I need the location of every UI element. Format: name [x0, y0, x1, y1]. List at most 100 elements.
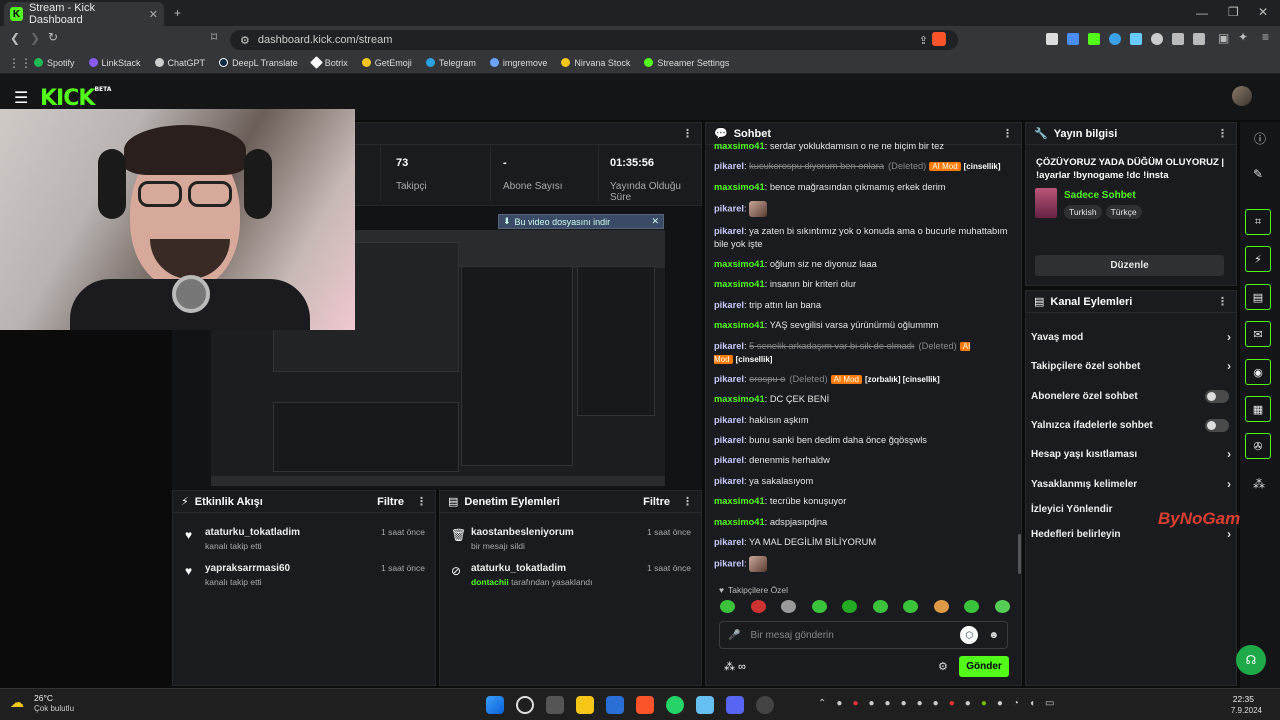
info-icon[interactable]: ⓘ: [1254, 130, 1266, 147]
tray-icon[interactable]: ●: [868, 698, 874, 709]
tray-icon[interactable]: ●: [997, 698, 1003, 709]
hamburger-menu-icon[interactable]: ☰: [14, 88, 28, 108]
activity-filter-button[interactable]: Filtre: [377, 496, 404, 508]
category-link[interactable]: Sadece Sohbet: [1064, 190, 1136, 201]
action-banned-words[interactable]: Yasaklanmış kelimeler ›: [1031, 474, 1231, 494]
app-icon[interactable]: [696, 696, 714, 714]
chat-message[interactable]: pikarel: 5 senelik arkadaşım var bi sik …: [714, 340, 1014, 366]
tray-icon[interactable]: ●: [917, 698, 923, 709]
bookmark-deepl[interactable]: DeepL Translate: [219, 58, 298, 68]
chat-username[interactable]: pikarel: [714, 226, 744, 236]
minimize-icon[interactable]: —: [1196, 6, 1208, 20]
chat-username[interactable]: maxsimo41: [714, 496, 765, 506]
battery-icon[interactable]: ▭: [1045, 698, 1054, 709]
moderation-filter-button[interactable]: Filtre: [643, 496, 670, 508]
action-slow-mode[interactable]: Yavaş mod ›: [1031, 327, 1231, 347]
chat-username[interactable]: pikarel: [714, 559, 744, 569]
bookmark-nirvana-stock[interactable]: Nirvana Stock: [561, 58, 630, 68]
chat-username[interactable]: maxsimo41: [714, 259, 765, 269]
chat-username[interactable]: pikarel: [714, 161, 744, 171]
discord-icon[interactable]: [726, 696, 744, 714]
emote-icon[interactable]: [994, 600, 1010, 613]
extension-icon[interactable]: [1130, 33, 1142, 45]
back-icon[interactable]: ❮: [10, 31, 20, 45]
tray-icon[interactable]: ●: [933, 698, 939, 709]
steam-icon[interactable]: ●: [885, 698, 891, 709]
reload-icon[interactable]: ↻: [48, 30, 58, 44]
settings-gear-icon[interactable]: ⚙: [938, 660, 948, 673]
tag-pill[interactable]: Türkçe: [1105, 205, 1142, 219]
emote-icon[interactable]: [872, 600, 888, 613]
chat-message[interactable]: maxsimo41: tecrübe konuşuyor: [714, 495, 1014, 508]
crop-icon[interactable]: ⌗: [1245, 209, 1271, 235]
chat-message[interactable]: maxsimo41: oğlum siz ne diyonuz laaa: [714, 258, 1014, 271]
site-info-icon[interactable]: ⚙: [240, 34, 250, 47]
tray-icon[interactable]: ●: [852, 698, 858, 709]
bookmark-getemoji[interactable]: GetEmoji: [361, 58, 412, 68]
clipboard-icon[interactable]: ▤: [1245, 284, 1271, 310]
weather-temp[interactable]: 26°C: [34, 693, 53, 703]
chat-message[interactable]: pikarel: denenmis herhaldw: [714, 454, 1014, 467]
extension-icon[interactable]: ⬡: [960, 626, 979, 644]
moderation-item[interactable]: ⊘ ataturku_tokatladim dontachii tarafınd…: [451, 563, 701, 587]
download-video-bar[interactable]: ⬇ Bu video dosyasını indir ✕: [498, 214, 664, 229]
more-options-icon[interactable]: ⋮: [1002, 127, 1013, 140]
new-tab-icon[interactable]: +: [174, 6, 181, 20]
more-options-icon[interactable]: ⋮: [416, 495, 427, 508]
chat-username[interactable]: maxsimo41: [714, 141, 765, 151]
edit-button[interactable]: Düzenle: [1035, 255, 1224, 276]
tray-icon[interactable]: ●: [836, 698, 842, 709]
chat-username[interactable]: pikarel: [714, 374, 744, 384]
chat-scrollbar[interactable]: [1018, 534, 1021, 574]
emote-icon[interactable]: [811, 600, 827, 613]
emote-icon[interactable]: [720, 600, 735, 613]
chat-input[interactable]: 🎤 Bir mesaj gönderin ⬡ ☻: [719, 621, 1008, 649]
chat-message[interactable]: pikarel:: [714, 556, 1014, 573]
chat-username[interactable]: pikarel: [714, 435, 744, 445]
menu-icon[interactable]: ≡: [1262, 30, 1269, 44]
bookmark-icon[interactable]: ⌑: [211, 30, 217, 44]
chat-message[interactable]: maxsimo41: insanın bir kriteri olur: [714, 278, 1014, 291]
chat-message[interactable]: maxsimo41: DC ÇEK BENİ: [714, 393, 1014, 406]
translate-extension-icon[interactable]: [1067, 33, 1079, 45]
maximize-icon[interactable]: ❐: [1228, 5, 1239, 19]
bookmark-imgremove[interactable]: imgremove: [489, 58, 547, 68]
tray-icon[interactable]: ●: [965, 698, 971, 709]
search-icon[interactable]: [516, 696, 534, 714]
avatar[interactable]: [1232, 86, 1252, 106]
emote-icon[interactable]: [781, 600, 797, 613]
extension-icon[interactable]: [1193, 33, 1205, 45]
tray-icon[interactable]: ●: [901, 698, 907, 709]
action-account-age[interactable]: Hesap yaşı kısıtlaması ›: [1031, 444, 1231, 464]
send-button[interactable]: Gönder: [959, 656, 1009, 677]
chat-username[interactable]: pikarel: [714, 537, 744, 547]
forward-icon[interactable]: ❯: [30, 31, 40, 45]
extensions-puzzle-icon[interactable]: [1172, 33, 1184, 45]
chat-username[interactable]: maxsimo41: [714, 279, 765, 289]
emote-icon[interactable]: [903, 600, 919, 613]
extension-icon[interactable]: [1046, 33, 1058, 45]
bookmark-linkstack[interactable]: LinkStack: [88, 58, 141, 68]
brave-icon[interactable]: [636, 696, 654, 714]
chat-message[interactable]: maxsimo41: bence mağrasından çıkmamış er…: [714, 181, 1014, 194]
more-options-icon[interactable]: ⋮: [682, 495, 693, 508]
chat-message[interactable]: pikarel: trip attın lan bana: [714, 299, 1014, 312]
chat-message[interactable]: pikarel: YA MAL DEGİLİM BİLİYORUM: [714, 536, 1014, 549]
chat-message[interactable]: pikarel: ya zaten bi sıkıntımız yok o ko…: [714, 225, 1014, 251]
broadcast-icon[interactable]: ◉: [1245, 359, 1271, 385]
chat-message[interactable]: maxsimo41: adspjasıpdjna: [714, 516, 1014, 529]
leo-icon[interactable]: ✦: [1238, 30, 1248, 44]
activity-item[interactable]: ♥ ataturku_tokatladim kanalı takip etti …: [185, 527, 435, 551]
extension-icon[interactable]: [1151, 33, 1163, 45]
more-options-icon[interactable]: ⋮: [1217, 127, 1228, 140]
bookmark-chatgpt[interactable]: ChatGPT: [154, 58, 205, 68]
chat-username[interactable]: maxsimo41: [714, 182, 765, 192]
chat-username[interactable]: maxsimo41: [714, 320, 765, 330]
chat-message[interactable]: pikarel:: [714, 201, 1014, 218]
extension-icon[interactable]: [1109, 33, 1121, 45]
moderation-icon[interactable]: ▦: [1245, 396, 1271, 422]
activity-item[interactable]: ♥ yapraksarrmasi60 kanalı takip etti 1 s…: [185, 563, 435, 587]
wrench-icon[interactable]: ✇: [1245, 433, 1271, 459]
file-explorer-icon[interactable]: [576, 696, 594, 714]
store-icon[interactable]: [606, 696, 624, 714]
